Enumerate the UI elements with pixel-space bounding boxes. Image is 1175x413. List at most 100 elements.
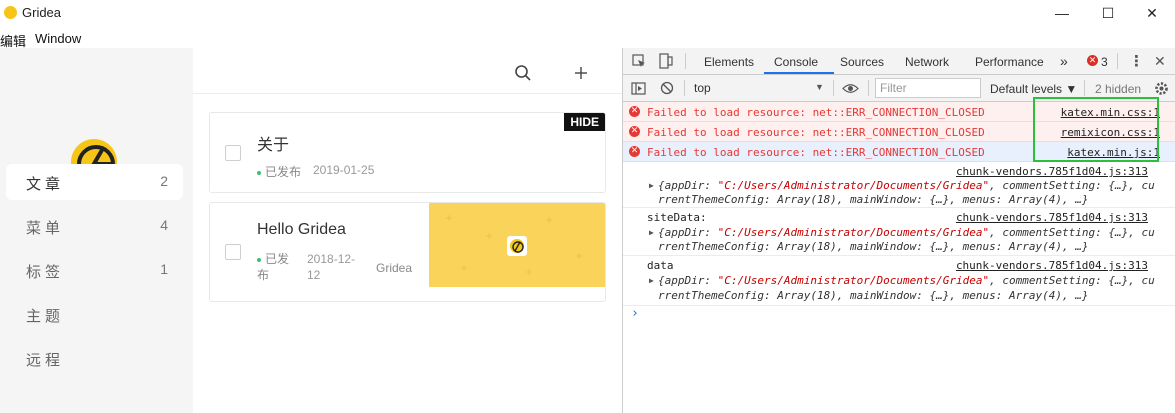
inspect-element-icon[interactable] [632,54,646,68]
expand-triangle-icon[interactable]: ▶ [649,181,654,190]
sidebar-item-label: 主题 [26,308,65,325]
filter-separator [833,80,834,96]
filter-separator [684,80,685,96]
sidebar: 文章 2 菜单 4 标签 1 主题 远程 [0,48,193,413]
error-message: Failed to load resource: net::ERR_CONNEC… [647,126,985,139]
published-dot-icon [257,257,261,262]
search-icon[interactable] [514,64,532,82]
object-string: "C:/Users/Administrator/Documents/Gridea… [717,274,990,287]
post-status: 已发布 [257,251,293,283]
sidebar-item-label: 文章 [26,176,65,193]
object-text: {appDir: [658,179,718,192]
sidebar-item-count: 1 [160,261,168,277]
filter-input[interactable]: Filter [875,78,981,98]
post-checkbox[interactable] [225,244,241,260]
toolbar-divider [193,93,622,94]
show-sidebar-icon[interactable] [631,82,646,95]
close-button[interactable]: ✕ [1129,0,1175,26]
sidebar-item-theme[interactable]: 主题 [6,296,183,332]
post-list-panel: 关于 已发布 2019-01-25 HIDE Hello Gridea 已发布 … [193,48,622,413]
sidebar-item-count: 4 [160,217,168,233]
tab-separator [1117,53,1118,69]
console-log-row[interactable]: data chunk-vendors.785f1d04.js:313 ▶ {app… [623,256,1175,306]
devtools-tab-bar: Elements Console Sources Network Perform… [623,48,1175,75]
more-options-icon[interactable]: ⋮ [1129,52,1144,70]
title-bar: Gridea — ☐ ✕ [0,0,1175,26]
object-string: "C:/Users/Administrator/Documents/Gridea… [717,179,990,192]
post-date: 2018-12-12 [307,252,356,282]
post-feature-image [429,203,605,287]
tab-elements[interactable]: Elements [704,55,754,69]
gear-icon[interactable] [1154,81,1169,96]
post-title: Hello Gridea [257,221,346,238]
feature-image-pattern [446,215,582,275]
post-checkbox[interactable] [225,145,241,161]
sidebar-item-count: 2 [160,173,168,189]
post-status-label: 已发布 [265,165,302,179]
filter-separator [868,80,869,96]
console-log-row[interactable]: chunk-vendors.785f1d04.js:313 ▶ {appDir: … [623,162,1175,208]
sidebar-item-label: 远程 [26,352,65,369]
object-string: "C:/Users/Administrator/Documents/Gridea… [717,226,990,239]
tab-console[interactable]: Console [774,55,818,69]
window-title: Gridea [22,5,62,20]
log-object-line: rrentThemeConfig: Array(18), mainWindow:… [658,289,1089,302]
log-object-line[interactable]: ▶ {appDir: "C:/Users/Administrator/Docume… [649,179,1155,192]
log-source-link[interactable]: chunk-vendors.785f1d04.js:313 [956,259,1148,272]
tab-separator [685,53,686,69]
default-levels-dropdown[interactable]: Default levels ▼ [990,82,1077,96]
log-object-line: rrentThemeConfig: Array(18), mainWindow:… [658,193,1089,206]
devtools-panel: Elements Console Sources Network Perform… [623,48,1175,413]
sidebar-item-remote[interactable]: 远程 [6,340,183,376]
post-status-label: 已发布 [257,252,290,282]
object-text: {appDir: [658,274,718,287]
log-label: data [647,259,674,272]
post-date: 2019-01-25 [313,163,375,177]
console-log-row[interactable]: siteData: chunk-vendors.785f1d04.js:313 … [623,208,1175,256]
tab-network[interactable]: Network [905,55,949,69]
sidebar-item-label: 标签 [26,264,65,281]
tab-sources[interactable]: Sources [840,55,884,69]
log-source-link[interactable]: chunk-vendors.785f1d04.js:313 [956,165,1148,178]
sidebar-item-tags[interactable]: 标签 1 [6,252,183,288]
log-object-line[interactable]: ▶ {appDir: "C:/Users/Administrator/Docume… [649,226,1155,239]
object-text: , commentSetting: {…}, cu [989,274,1155,287]
tab-performance[interactable]: Performance [975,55,1044,69]
post-card[interactable]: 关于 已发布 2019-01-25 HIDE [209,112,606,193]
device-toolbar-icon[interactable] [659,53,673,69]
log-object-line: rrentThemeConfig: Array(18), mainWindow:… [658,240,1089,253]
log-source-link[interactable]: chunk-vendors.785f1d04.js:313 [956,211,1148,224]
error-count[interactable]: 3 [1101,55,1108,69]
expand-triangle-icon[interactable]: ▶ [649,276,654,285]
active-tab-indicator [764,72,834,74]
context-select[interactable]: top [687,79,827,97]
published-dot-icon [257,170,261,175]
post-card[interactable]: Hello Gridea 已发布 2018-12-12 Gridea [209,202,606,302]
plus-icon[interactable] [572,64,590,82]
error-icon: ✕ [629,146,640,157]
error-icon: ✕ [629,106,640,117]
object-text: , commentSetting: {…}, cu [989,179,1155,192]
console-output: ✕ Failed to load resource: net::ERR_CONN… [623,97,1175,413]
eye-icon[interactable] [842,83,859,94]
clear-console-icon[interactable] [660,81,674,95]
expand-triangle-icon[interactable]: ▶ [649,228,654,237]
error-message: Failed to load resource: net::ERR_CONNEC… [647,106,985,119]
sidebar-item-articles[interactable]: 文章 2 [6,164,183,200]
log-object-line[interactable]: ▶ {appDir: "C:/Users/Administrator/Docume… [649,274,1155,287]
error-badge-icon[interactable]: ✕ [1087,55,1098,66]
minimize-button[interactable]: — [1039,0,1085,26]
post-tag: Gridea [376,261,413,275]
menu-bar: 编辑 Window [0,26,1175,49]
sidebar-item-menus[interactable]: 菜单 4 [6,208,183,244]
maximize-button[interactable]: ☐ [1085,0,1131,26]
console-prompt[interactable]: › [631,306,639,321]
hidden-count: 2 hidden [1095,82,1142,96]
error-message: Failed to load resource: net::ERR_CONNEC… [647,146,985,159]
more-tabs-button[interactable]: » [1060,53,1068,69]
hide-badge: HIDE [564,113,605,131]
chevron-down-icon: ▼ [815,82,824,92]
close-devtools-icon[interactable]: ✕ [1154,53,1166,70]
post-status: 已发布 [257,163,301,180]
menu-window[interactable]: Window [35,31,81,46]
